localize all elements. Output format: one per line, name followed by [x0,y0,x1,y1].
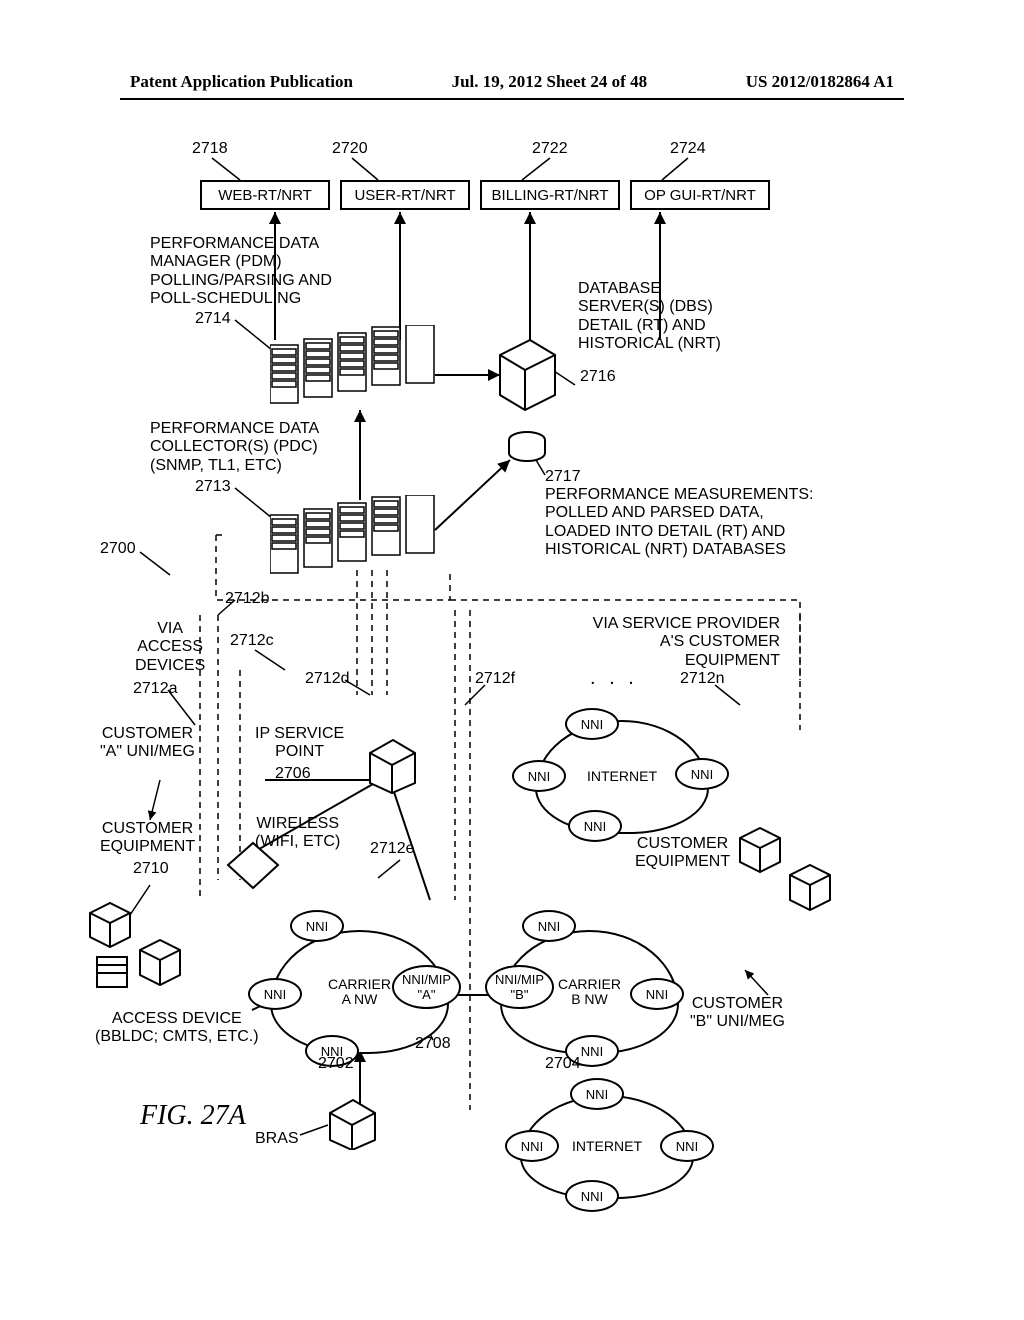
pdm-servers-icon [270,325,440,415]
nni-bubble: NNI [522,910,576,942]
nni-bubble: NNI [570,1078,624,1110]
ref-2712d: 2712d [305,670,350,688]
label-billing: BILLING-RT/NRT [492,187,609,204]
ref-2712a: 2712a [133,680,178,698]
nni-mip-b-bubble: NNI/MIP "B" [485,965,554,1009]
pdc-servers-icon [270,495,440,585]
ref-2713: 2713 [195,478,231,496]
customer-equip-b-icon [735,820,845,920]
customer-a-label: CUSTOMER "A" UNI/MEG [100,725,195,762]
ref-2712e: 2712e [370,840,415,858]
box-web: WEB-RT/NRT [200,180,330,210]
via-access-label: VIA ACCESS DEVICES [135,620,205,675]
customer-b-label: CUSTOMER "B" UNI/MEG [690,995,785,1032]
ref-2714: 2714 [195,310,231,328]
nni-bubble: NNI [512,760,566,792]
ip-service-label: IP SERVICE POINT [255,725,344,762]
ref-2706: 2706 [275,765,311,783]
page: Patent Application Publication Jul. 19, … [0,0,1024,1320]
access-device-label: ACCESS DEVICE (BBLDC; CMTS, ETC.) [95,1010,259,1047]
ref-2712b: 2712b [225,590,270,608]
dbs-icon [495,335,565,465]
nni-bubble: NNI [248,978,302,1010]
nni-bubble: NNI [630,978,684,1010]
carrier-b-text: CARRIER B NW [558,977,621,1008]
nni-bubble: NNI [565,708,619,740]
pdc-text: PERFORMANCE DATA COLLECTOR(S) (PDC) (SNM… [150,420,319,475]
nni-bubble: NNI [565,1180,619,1212]
customer-equip-a-label: CUSTOMER EQUIPMENT [100,820,195,857]
carrier-a-text: CARRIER A NW [328,977,391,1008]
header-right: US 2012/0182864 A1 [746,72,894,92]
ref-2704: 2704 [545,1055,581,1073]
figure-27a: 2718 2720 2722 2724 [100,140,920,1260]
internet-label-2: INTERNET [572,1139,642,1154]
customer-equip-b-label: CUSTOMER EQUIPMENT [635,835,730,872]
ref-2716: 2716 [580,368,616,386]
box-user: USER-RT/NRT [340,180,470,210]
ip-service-cube-icon [365,735,425,795]
figure-caption: FIG. 27A [140,1100,246,1132]
nni-bubble: NNI [660,1130,714,1162]
nni-mip-a-bubble: NNI/MIP "A" [392,965,461,1009]
ref-2708: 2708 [415,1035,451,1053]
nni-bubble: NNI [505,1130,559,1162]
bras-cube-icon [325,1095,385,1150]
box-billing: BILLING-RT/NRT [480,180,620,210]
nni-bubble: NNI [675,758,729,790]
ref-2700: 2700 [100,540,136,558]
wireless-device-icon [225,840,285,895]
dbs-text: DATABASE SERVER(S) (DBS) DETAIL (RT) AND… [578,280,721,354]
internet-label: INTERNET [587,769,657,784]
ref-2712f: 2712f [475,670,515,688]
perf-meas-text: PERFORMANCE MEASUREMENTS: POLLED AND PAR… [545,486,813,560]
ref-2712c: 2712c [230,632,274,650]
label-user: USER-RT/NRT [354,187,455,204]
header-rule [120,98,904,100]
ref-2702: 2702 [318,1055,354,1073]
ellipsis: . . . [590,667,638,690]
pdm-text: PERFORMANCE DATA MANAGER (PDM) POLLING/P… [150,235,332,309]
nni-bubble: NNI [290,910,344,942]
header-left: Patent Application Publication [130,72,353,92]
ref-2710: 2710 [133,860,169,878]
label-web: WEB-RT/NRT [218,187,312,204]
bras-label: BRAS [255,1130,299,1148]
nni-bubble: NNI [568,810,622,842]
ref-2717: 2717 [545,468,581,486]
label-opgui: OP GUI-RT/NRT [644,187,756,204]
header-center: Jul. 19, 2012 Sheet 24 of 48 [452,72,648,92]
via-sp-label: VIA SERVICE PROVIDER A'S CUSTOMER EQUIPM… [550,615,780,670]
box-opgui: OP GUI-RT/NRT [630,180,770,210]
ref-2712n: 2712n [680,670,725,688]
customer-equip-a-icon [85,895,215,995]
page-header: Patent Application Publication Jul. 19, … [0,72,1024,92]
